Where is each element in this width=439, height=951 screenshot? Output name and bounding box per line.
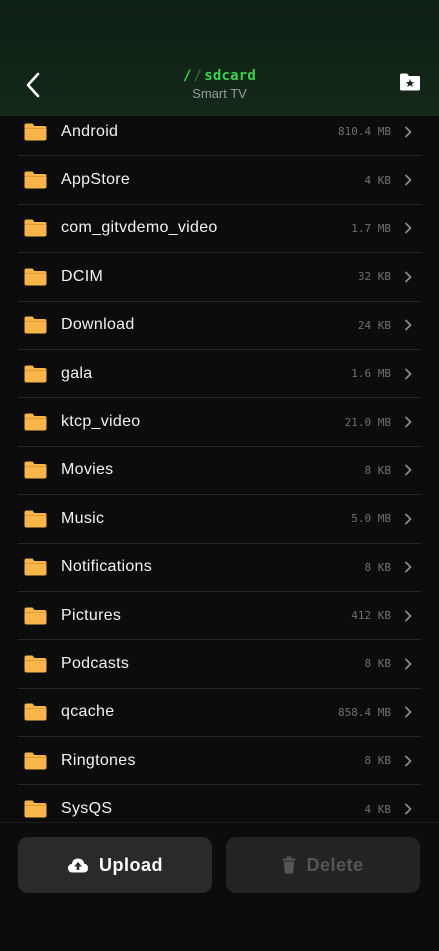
folder-icon [24,268,47,286]
upload-label: Upload [99,854,163,875]
folder-icon [24,558,47,576]
file-size: 858.4 MB [338,705,391,719]
folder-icon [24,171,47,189]
file-name: SysQS [61,800,113,818]
file-size: 8 KB [364,463,392,477]
file-row[interactable]: DCIM 32 KB [18,253,421,302]
bookmark-folder-button[interactable] [399,72,423,96]
file-name: Ringtones [61,751,136,769]
path-separator: / [193,68,203,84]
chevron-right-icon [405,271,412,283]
file-row[interactable]: Pictures 412 KB [18,592,421,641]
file-size: 32 KB [357,270,391,284]
chevron-right-icon [405,319,412,331]
folder-icon [24,413,47,431]
file-name: Pictures [61,606,122,624]
folder-icon [24,655,47,673]
trash-icon [282,856,296,874]
chevron-right-icon [405,803,412,815]
file-size: 412 KB [351,609,391,623]
file-size: 8 KB [364,754,392,768]
file-row[interactable]: Movies 8 KB [18,447,421,496]
upload-button[interactable]: Upload [18,837,212,893]
chevron-right-icon [405,223,412,234]
folder-icon [24,365,47,383]
chevron-right-icon [405,416,412,428]
device-name: Smart TV [192,86,247,101]
folder-icon [24,800,47,818]
file-size: 5.0 MB [351,512,391,526]
folder-icon [24,510,47,528]
footer-toolbar: Upload Delete [0,822,439,951]
file-row[interactable]: Ringtones 8 KB [18,737,421,786]
file-name: Notifications [61,558,153,576]
file-row[interactable]: ktcp_video 21.0 MB [18,398,421,447]
path-breadcrumb: / / sdcard [0,68,439,84]
file-row[interactable]: Download 24 KB [18,302,421,350]
file-row[interactable]: Notifications 8 KB [18,544,421,592]
chevron-right-icon [405,706,412,718]
file-size: 1.7 MB [351,221,391,235]
folder-icon [24,461,47,479]
file-name: gala [61,364,93,382]
chevron-right-icon [405,465,412,476]
file-name: AppStore [61,171,131,189]
file-name: com_gitvdemo_video [61,219,218,237]
file-size: 8 KB [364,560,392,574]
file-row[interactable]: com_gitvdemo_video 1.7 MB [18,205,421,254]
delete-label: Delete [306,854,364,875]
file-row[interactable]: AppStore 4 KB [18,156,421,205]
file-size: 21.0 MB [344,415,391,429]
file-size: 4 KB [364,802,392,816]
chevron-right-icon [405,658,412,670]
folder-icon [24,607,47,625]
file-name: Android [61,122,119,140]
folder-icon [24,219,47,237]
file-row[interactable]: Music 5.0 MB [18,495,421,544]
file-row[interactable]: SysQS 4 KB [18,785,421,822]
file-row[interactable]: qcache 858.4 MB [18,689,421,738]
file-name: Podcasts [61,654,130,672]
chevron-right-icon [405,368,412,380]
file-name: qcache [61,703,115,721]
file-name: Music [61,509,105,527]
folder-icon [24,752,47,770]
folder-icon [24,123,47,141]
file-row[interactable]: Android 810.4 MB [18,108,421,157]
file-name: Download [61,316,135,334]
file-size: 8 KB [364,657,392,671]
file-name: Movies [61,461,114,479]
path-root[interactable]: / [183,68,192,84]
file-size: 24 KB [357,318,391,332]
chevron-right-icon [405,174,412,186]
file-row[interactable]: gala 1.6 MB [18,350,421,399]
chevron-right-icon [405,755,412,767]
chevron-right-icon [405,126,412,138]
folder-icon [24,316,47,334]
chevron-right-icon [405,513,412,525]
chevron-right-icon [405,561,412,573]
folder-star-icon [400,73,420,91]
file-size: 1.6 MB [351,367,391,381]
file-size: 810.4 MB [338,125,391,139]
file-row[interactable]: Podcasts 8 KB [18,640,421,689]
file-size: 4 KB [364,173,392,187]
chevron-right-icon [405,610,412,621]
file-name: ktcp_video [61,413,141,431]
file-name: DCIM [61,267,104,285]
delete-button[interactable]: Delete [226,837,420,893]
folder-icon [24,703,47,721]
header: / / sdcard Smart TV [0,0,439,116]
cloud-upload-icon [67,857,89,873]
title-block: / / sdcard Smart TV [0,68,439,101]
path-current: sdcard [204,68,257,84]
file-list[interactable]: Android 810.4 MB AppStore 4 KB com_gitvdemo_… [0,108,439,822]
